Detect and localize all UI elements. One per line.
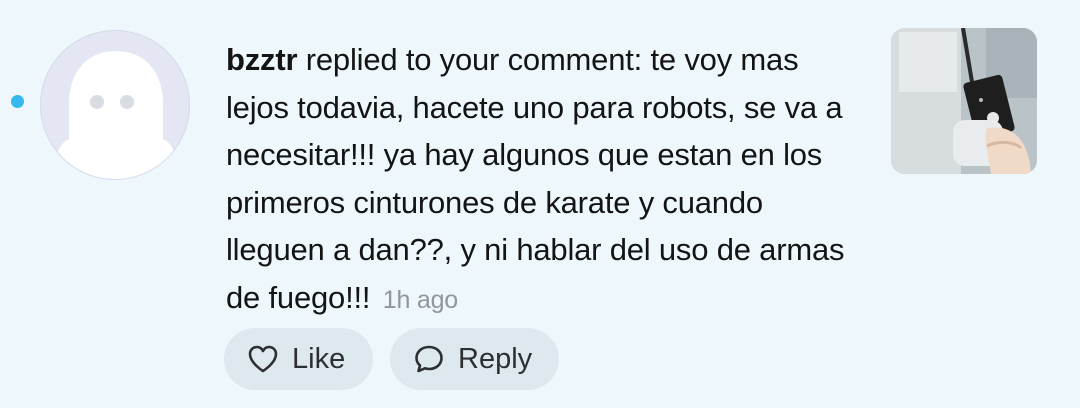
post-thumbnail[interactable]	[891, 28, 1037, 174]
notification-content: bzztr replied to your comment: te voy ma…	[226, 36, 866, 324]
notification-item[interactable]: bzztr replied to your comment: te voy ma…	[0, 0, 1080, 408]
notification-message: bzztr replied to your comment: te voy ma…	[226, 36, 866, 324]
heart-icon	[246, 342, 280, 376]
reply-text: replied to your comment: te voy mas lejo…	[226, 42, 845, 315]
reply-button[interactable]: Reply	[390, 328, 559, 390]
speech-bubble-icon	[412, 342, 446, 376]
timestamp: 1h ago	[382, 285, 458, 314]
user-avatar[interactable]	[40, 30, 190, 180]
unread-indicator	[11, 95, 24, 108]
action-bar: Like Reply	[224, 328, 559, 390]
ghost-avatar-icon	[57, 51, 175, 179]
like-label: Like	[292, 342, 346, 375]
hand-holding-device-thumbnail	[891, 28, 1037, 174]
reply-label: Reply	[458, 342, 533, 375]
like-button[interactable]: Like	[224, 328, 373, 390]
username[interactable]: bzztr	[226, 42, 298, 77]
